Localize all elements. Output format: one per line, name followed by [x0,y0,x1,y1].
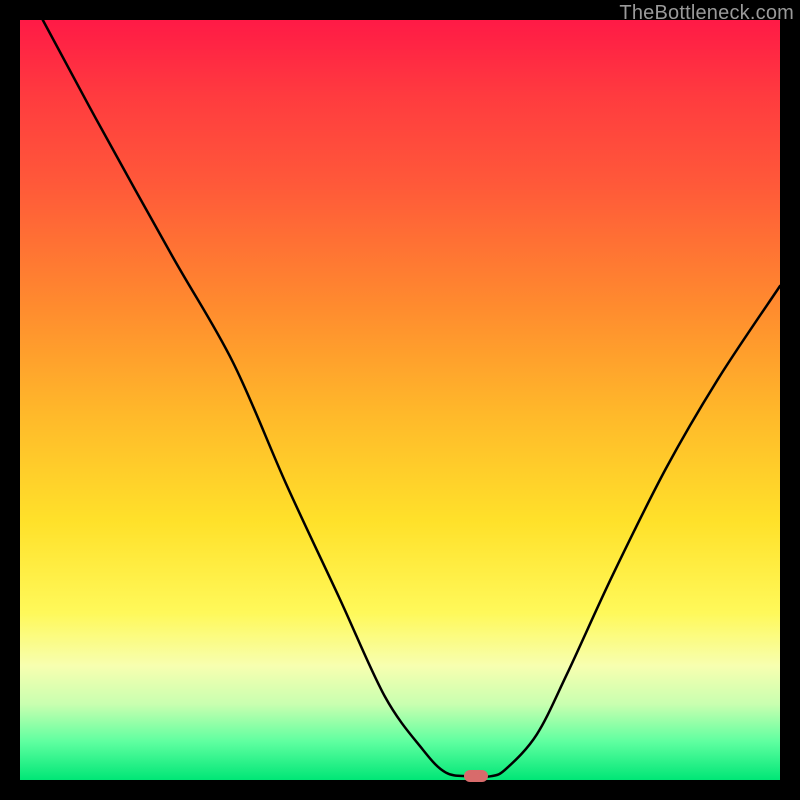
chart-frame: TheBottleneck.com [0,0,800,800]
bottleneck-curve [20,20,780,780]
plot-area [20,20,780,780]
watermark-label: TheBottleneck.com [619,2,794,25]
optimal-marker [464,770,488,782]
